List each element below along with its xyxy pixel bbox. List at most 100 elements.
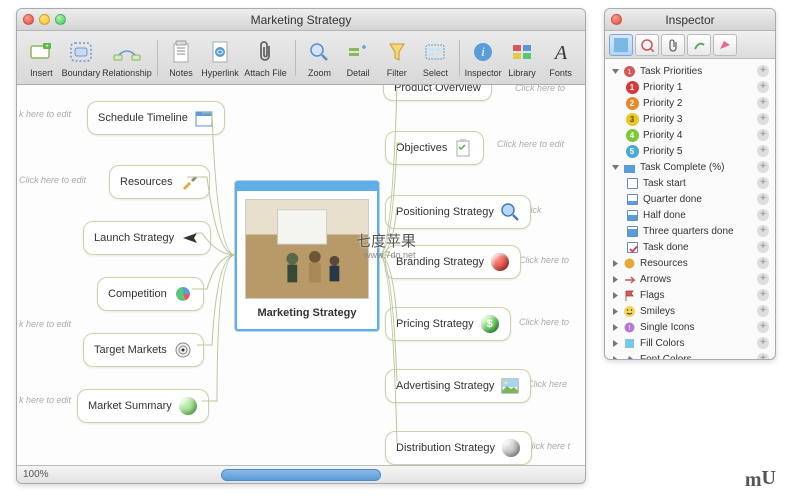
tree-item[interactable]: 1Priority 1+ [607,79,773,95]
tab-markers[interactable] [609,34,633,56]
node-center[interactable]: Marketing Strategy [235,181,379,331]
tree-group[interactable]: Smileys+ [607,303,773,319]
tree-item[interactable]: Three quarters done+ [607,223,773,239]
edit-hint[interactable]: k here to edit [19,319,71,329]
toolbar-hyperlink[interactable]: Hyperlink [201,38,239,78]
disclosure-triangle[interactable] [611,291,620,300]
inspector-titlebar[interactable]: Inspector [605,9,775,31]
tree-item[interactable]: Task start+ [607,175,773,191]
node-advertising-strategy[interactable]: Advertising Strategy [385,369,531,403]
edit-hint[interactable]: Click here to edit [497,139,564,149]
toolbar-library[interactable]: Library [504,38,541,78]
add-button[interactable]: + [757,81,769,93]
tree-group[interactable]: Arrows+ [607,271,773,287]
disclosure-triangle[interactable] [611,67,620,76]
tab-style[interactable] [687,34,711,56]
edit-hint[interactable]: Click here to [519,317,569,327]
toolbar-select[interactable]: Select [417,38,454,78]
tree-item[interactable]: 4Priority 4+ [607,127,773,143]
tree-group[interactable]: 1Task Priorities+ [607,63,773,79]
edit-hint[interactable]: Click here to [519,255,569,265]
disclosure-triangle[interactable] [611,163,620,172]
tree-group[interactable]: !Single Icons+ [607,319,773,335]
disclosure-triangle[interactable] [611,275,620,284]
tree-item[interactable]: Quarter done+ [607,191,773,207]
add-button[interactable]: + [757,193,769,205]
add-button[interactable]: + [757,209,769,221]
disclosure-triangle[interactable] [611,323,620,332]
node-schedule-timeline[interactable]: Schedule Timeline [87,101,225,135]
add-button[interactable]: + [757,321,769,333]
toolbar-boundary[interactable]: Boundary [62,38,101,78]
node-pricing-strategy[interactable]: Pricing Strategy$ [385,307,511,341]
node-market-summary[interactable]: Market Summary [77,389,209,423]
svg-text:1: 1 [627,69,631,76]
add-button[interactable]: + [757,337,769,349]
tree-item[interactable]: Half done+ [607,207,773,223]
toolbar-insert[interactable]: +Insert [23,38,60,78]
zoom-button[interactable] [55,14,66,25]
node-launch-strategy[interactable]: Launch Strategy [83,221,211,255]
close-button[interactable] [23,14,34,25]
toolbar-notes[interactable]: Notes [163,38,200,78]
edit-hint[interactable]: Click here to [515,85,565,93]
edit-hint[interactable]: Click here to edit [19,175,86,185]
toolbar-filter[interactable]: Filter [378,38,415,78]
disclosure-triangle[interactable] [611,339,620,348]
minimize-button[interactable] [39,14,50,25]
add-button[interactable]: + [757,225,769,237]
add-button[interactable]: + [757,241,769,253]
disclosure-triangle[interactable] [611,355,620,360]
add-button[interactable]: + [757,257,769,269]
node-positioning-strategy[interactable]: Positioning Strategy [385,195,531,229]
add-button[interactable]: + [757,273,769,285]
tab-notes[interactable] [635,34,659,56]
magnifier-icon [500,202,520,222]
add-button[interactable]: + [757,177,769,189]
toolbar-relationship[interactable]: Relationship [102,38,152,78]
toolbar-fonts[interactable]: AFonts [542,38,579,78]
add-button[interactable]: + [757,289,769,301]
add-button[interactable]: + [757,113,769,125]
disclosure-triangle[interactable] [611,307,620,316]
add-button[interactable]: + [757,65,769,77]
tree-group[interactable]: Font Colors+ [607,351,773,359]
edit-hint[interactable]: k here to edit [19,395,71,405]
add-button[interactable]: + [757,97,769,109]
horizontal-scrollbar[interactable] [221,469,381,481]
toolbar-detail[interactable]: Detail [340,38,377,78]
node-objectives[interactable]: Objectives [385,131,484,165]
tree-group[interactable]: Resources+ [607,255,773,271]
add-button[interactable]: + [757,305,769,317]
svg-text:+: + [46,44,50,50]
tree-group[interactable]: Fill Colors+ [607,335,773,351]
tree-group[interactable]: Flags+ [607,287,773,303]
add-button[interactable]: + [757,145,769,157]
tree-item[interactable]: 3Priority 3+ [607,111,773,127]
toolbar-zoom[interactable]: Zoom [301,38,338,78]
toolbar-inspector[interactable]: iInspector [465,38,502,78]
zoom-level[interactable]: 100% [23,469,49,480]
node-resources[interactable]: Resources [109,165,210,199]
mindmap-canvas[interactable]: k here to edit Click here to edit k here… [17,85,585,465]
tab-format[interactable] [713,34,737,56]
svg-text:A: A [553,42,568,63]
disclosure-triangle[interactable] [611,259,620,268]
toolbar-attach[interactable]: Attach File [241,38,290,78]
add-button[interactable]: + [757,129,769,141]
tree-item[interactable]: Task done+ [607,239,773,255]
tab-attach[interactable] [661,34,685,56]
close-button[interactable] [611,14,622,25]
tree-item[interactable]: 2Priority 2+ [607,95,773,111]
node-competition[interactable]: Competition [97,277,204,311]
tree-group[interactable]: Task Complete (%)+ [607,159,773,175]
node-target-markets[interactable]: Target Markets [83,333,204,367]
titlebar[interactable]: Marketing Strategy [17,9,585,31]
edit-hint[interactable]: k here to edit [19,109,71,119]
edit-hint[interactable]: Click here [527,379,567,389]
add-button[interactable]: + [757,161,769,173]
add-button[interactable]: + [757,353,769,359]
node-distribution-strategy[interactable]: Distribution Strategy [385,431,532,465]
tree-item[interactable]: 5Priority 5+ [607,143,773,159]
node-product-overview[interactable]: Product Overview [383,85,492,101]
